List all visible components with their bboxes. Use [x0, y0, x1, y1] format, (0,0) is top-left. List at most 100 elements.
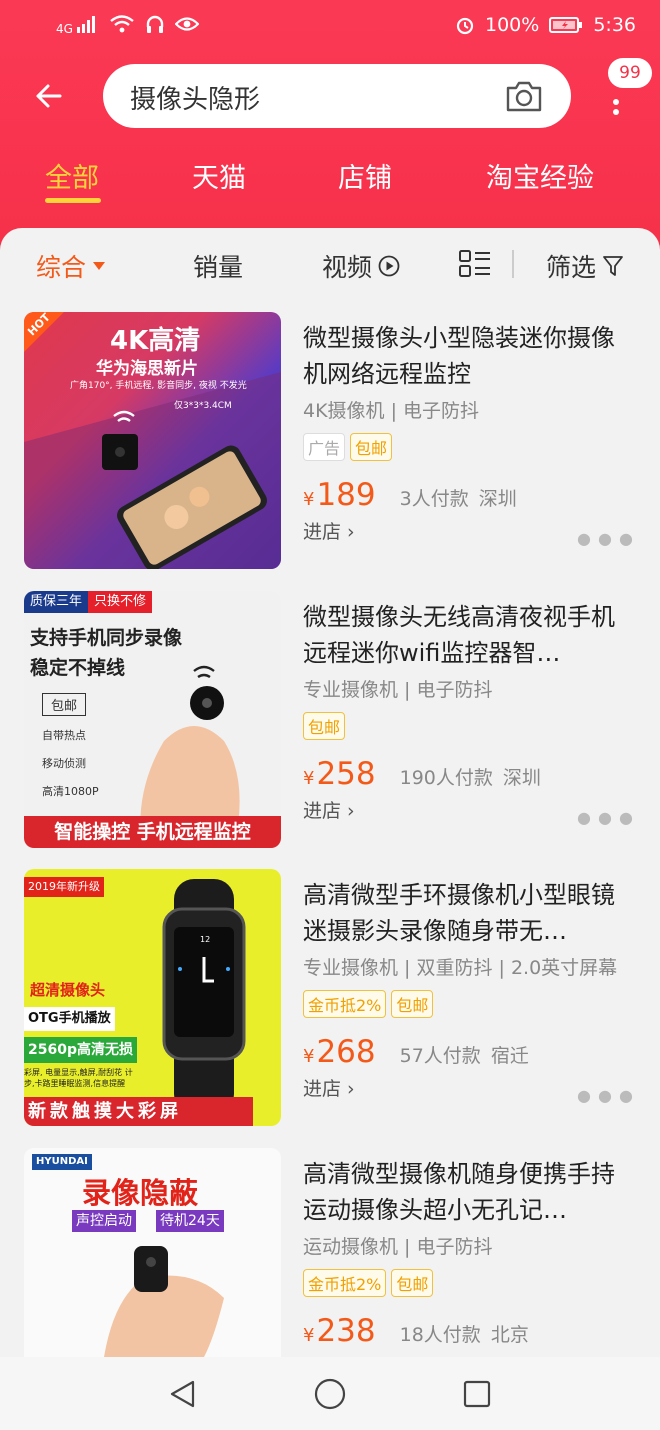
- product-specs: 专业摄像机 | 双重防抖 | 2.0英寸屏幕: [303, 957, 618, 979]
- search-box[interactable]: 摄像头隐形: [103, 64, 571, 128]
- free-shipping-tag: 包邮: [391, 1269, 434, 1297]
- sort-video[interactable]: 视频: [322, 248, 400, 284]
- free-shipping-tag: 包邮: [391, 990, 434, 1018]
- product-price: 258: [316, 756, 376, 792]
- image-subtitle: 华为海思新片: [96, 359, 198, 379]
- search-query[interactable]: 摄像头隐形: [130, 79, 260, 116]
- nav-home-icon[interactable]: [313, 1377, 347, 1411]
- active-tab-indicator: [45, 198, 101, 203]
- headphone-icon: [146, 15, 163, 33]
- product-specs: 运动摄像机 | 电子防抖: [303, 1236, 493, 1258]
- sales-count: 18人付款: [399, 1324, 481, 1346]
- tab-taobao-experience[interactable]: 淘宝经验: [486, 156, 594, 195]
- price-row: ¥ 238 18人付款 北京: [303, 1313, 638, 1349]
- back-arrow-icon[interactable]: [30, 76, 70, 116]
- more-options-icon[interactable]: ● ● ●: [577, 529, 634, 548]
- sales-count: 57人付款: [399, 1045, 481, 1067]
- coin-discount-tag: 金币抵2%: [303, 990, 387, 1018]
- product-title[interactable]: 高清微型手环摄像机小型眼镜迷摄影头录像随身带无…: [303, 877, 638, 949]
- product-image[interactable]: HOT 4K高清 华为海思新片 广角170°, 手机远程, 影音同步, 夜视 不…: [24, 312, 281, 569]
- battery-icon: [549, 17, 583, 33]
- product-info: 高清微型摄像机随身便携手持运动摄像头超小无孔记… 运动摄像机 | 电子防抖 金币…: [303, 1156, 638, 1349]
- product-info: 微型摄像头小型隐装迷你摄像机网络远程监控 4K摄像机 | 电子防抖 广告 包邮 …: [303, 320, 638, 544]
- sort-composite[interactable]: 综合: [36, 248, 106, 284]
- eye-icon: [174, 17, 199, 31]
- coin-discount-tag: 金币抵2%: [303, 1269, 387, 1297]
- camera-icon[interactable]: [505, 78, 543, 114]
- product-image[interactable]: 2019年新升级 超清摄像头 OTG手机播放 2560p高清无损 彩屏, 电量显…: [24, 869, 281, 1126]
- nav-recents-icon[interactable]: [462, 1379, 492, 1409]
- product-tags: 金币抵2% 包邮: [303, 990, 638, 1018]
- price-row: ¥ 268 57人付款 宿迁: [303, 1034, 638, 1070]
- price-row: ¥ 189 3人付款 深圳: [303, 477, 638, 513]
- list-view-icon[interactable]: [459, 249, 491, 279]
- product-title[interactable]: 微型摄像头无线高清夜视手机远程迷你wifi监控器智…: [303, 599, 638, 671]
- sort-video-label: 视频: [322, 253, 373, 282]
- product-image-art: [104, 1246, 224, 1357]
- product-specs: 专业摄像机 | 电子防抖: [303, 679, 493, 701]
- product-info: 高清微型手环摄像机小型眼镜迷摄影头录像随身带无… 专业摄像机 | 双重防抖 | …: [303, 877, 638, 1101]
- image-headline: 4K高清: [110, 326, 201, 356]
- product-info: 微型摄像头无线高清夜视手机远程迷你wifi监控器智… 专业摄像机 | 电子防抖 …: [303, 599, 638, 823]
- clock: 5:36: [593, 14, 636, 36]
- currency-symbol: ¥: [303, 489, 315, 510]
- product-card[interactable]: HOT 4K高清 华为海思新片 广角170°, 手机远程, 影音同步, 夜视 不…: [24, 312, 636, 570]
- tab-all[interactable]: 全部: [45, 156, 99, 195]
- image-bottom-banner: 新款触摸大彩屏: [24, 1097, 253, 1126]
- product-title[interactable]: 微型摄像头小型隐装迷你摄像机网络远程监控: [303, 320, 638, 392]
- product-tags: 金币抵2% 包邮: [303, 1269, 638, 1297]
- sort-composite-label: 综合: [36, 253, 87, 282]
- more-options-icon[interactable]: ● ● ●: [577, 1086, 634, 1105]
- product-card[interactable]: 2019年新升级 超清摄像头 OTG手机播放 2560p高清无损 彩屏, 电量显…: [24, 869, 636, 1127]
- sales-count: 190人付款: [399, 767, 493, 789]
- network-type: 4G: [56, 21, 73, 36]
- signal-icon: 4G: [56, 15, 99, 36]
- product-image[interactable]: HYUNDAI 录像隐蔽 声控启动 待机24天: [24, 1148, 281, 1357]
- funnel-icon: [603, 256, 623, 276]
- more-options-icon[interactable]: ● ● ●: [577, 808, 634, 827]
- system-nav-bar: [0, 1357, 660, 1430]
- tab-tmall[interactable]: 天猫: [192, 156, 246, 195]
- search-row: 摄像头隐形 99: [0, 58, 660, 132]
- product-price: 268: [316, 1034, 376, 1070]
- currency-symbol: ¥: [303, 1325, 315, 1346]
- shop-location: 深圳: [502, 767, 541, 789]
- product-card[interactable]: 质保三年 只换不修 支持手机同步录像 稳定不掉线 包邮 自带热点 移动侦测 高清…: [24, 591, 636, 849]
- currency-symbol: ¥: [303, 1046, 315, 1067]
- product-tags: 广告 包邮: [303, 433, 638, 461]
- product-specs: 4K摄像机 | 电子防抖: [303, 400, 480, 422]
- product-image-art: [140, 665, 240, 848]
- image-bottom-banner: 智能操控 手机远程监控: [24, 816, 281, 848]
- price-row: ¥ 258 190人付款 深圳: [303, 756, 638, 792]
- divider: [512, 250, 514, 278]
- nav-back-icon[interactable]: [168, 1379, 198, 1409]
- sales-count: 3人付款: [399, 488, 469, 510]
- image-size-note: 仅3*3*3.4CM: [174, 401, 232, 411]
- sort-bar: 综合 销量 视频 筛选: [0, 246, 660, 286]
- product-image[interactable]: 质保三年 只换不修 支持手机同步录像 稳定不掉线 包邮 自带热点 移动侦测 高清…: [24, 591, 281, 848]
- caret-down-icon: [93, 262, 106, 270]
- alarm-icon: [456, 17, 474, 35]
- header: 4G 100% 5:36 摄像头隐形 99 全部 天猫 店铺 淘宝经验: [0, 0, 660, 260]
- category-tabs: 全部 天猫 店铺 淘宝经验: [0, 152, 660, 212]
- play-circle-icon: [378, 255, 400, 277]
- shop-location: 北京: [490, 1324, 529, 1346]
- results-panel: 综合 销量 视频 筛选 HOT 4K高清 华为海思新片 广角170°, 手机远程…: [0, 228, 660, 1430]
- product-tags: 包邮: [303, 712, 638, 740]
- shop-location: 深圳: [478, 488, 517, 510]
- product-price: 238: [316, 1313, 376, 1349]
- free-shipping-tag: 包邮: [303, 712, 346, 740]
- image-features: 广角170°, 手机远程, 影音同步, 夜视 不发光: [70, 381, 247, 391]
- sort-sales[interactable]: 销量: [193, 248, 243, 284]
- product-title[interactable]: 高清微型摄像机随身便携手持运动摄像头超小无孔记…: [303, 1156, 638, 1228]
- more-vertical-icon[interactable]: [610, 84, 622, 116]
- tab-shops[interactable]: 店铺: [338, 156, 392, 195]
- watch-clock-label: 12: [200, 935, 211, 944]
- shop-location: 宿迁: [490, 1045, 529, 1067]
- currency-symbol: ¥: [303, 768, 315, 789]
- status-bar: 4G 100% 5:36: [0, 10, 660, 44]
- battery-percent: 100%: [485, 14, 540, 36]
- product-price: 189: [316, 477, 376, 513]
- filter-label: 筛选: [546, 253, 597, 282]
- filter-button[interactable]: 筛选: [546, 248, 624, 284]
